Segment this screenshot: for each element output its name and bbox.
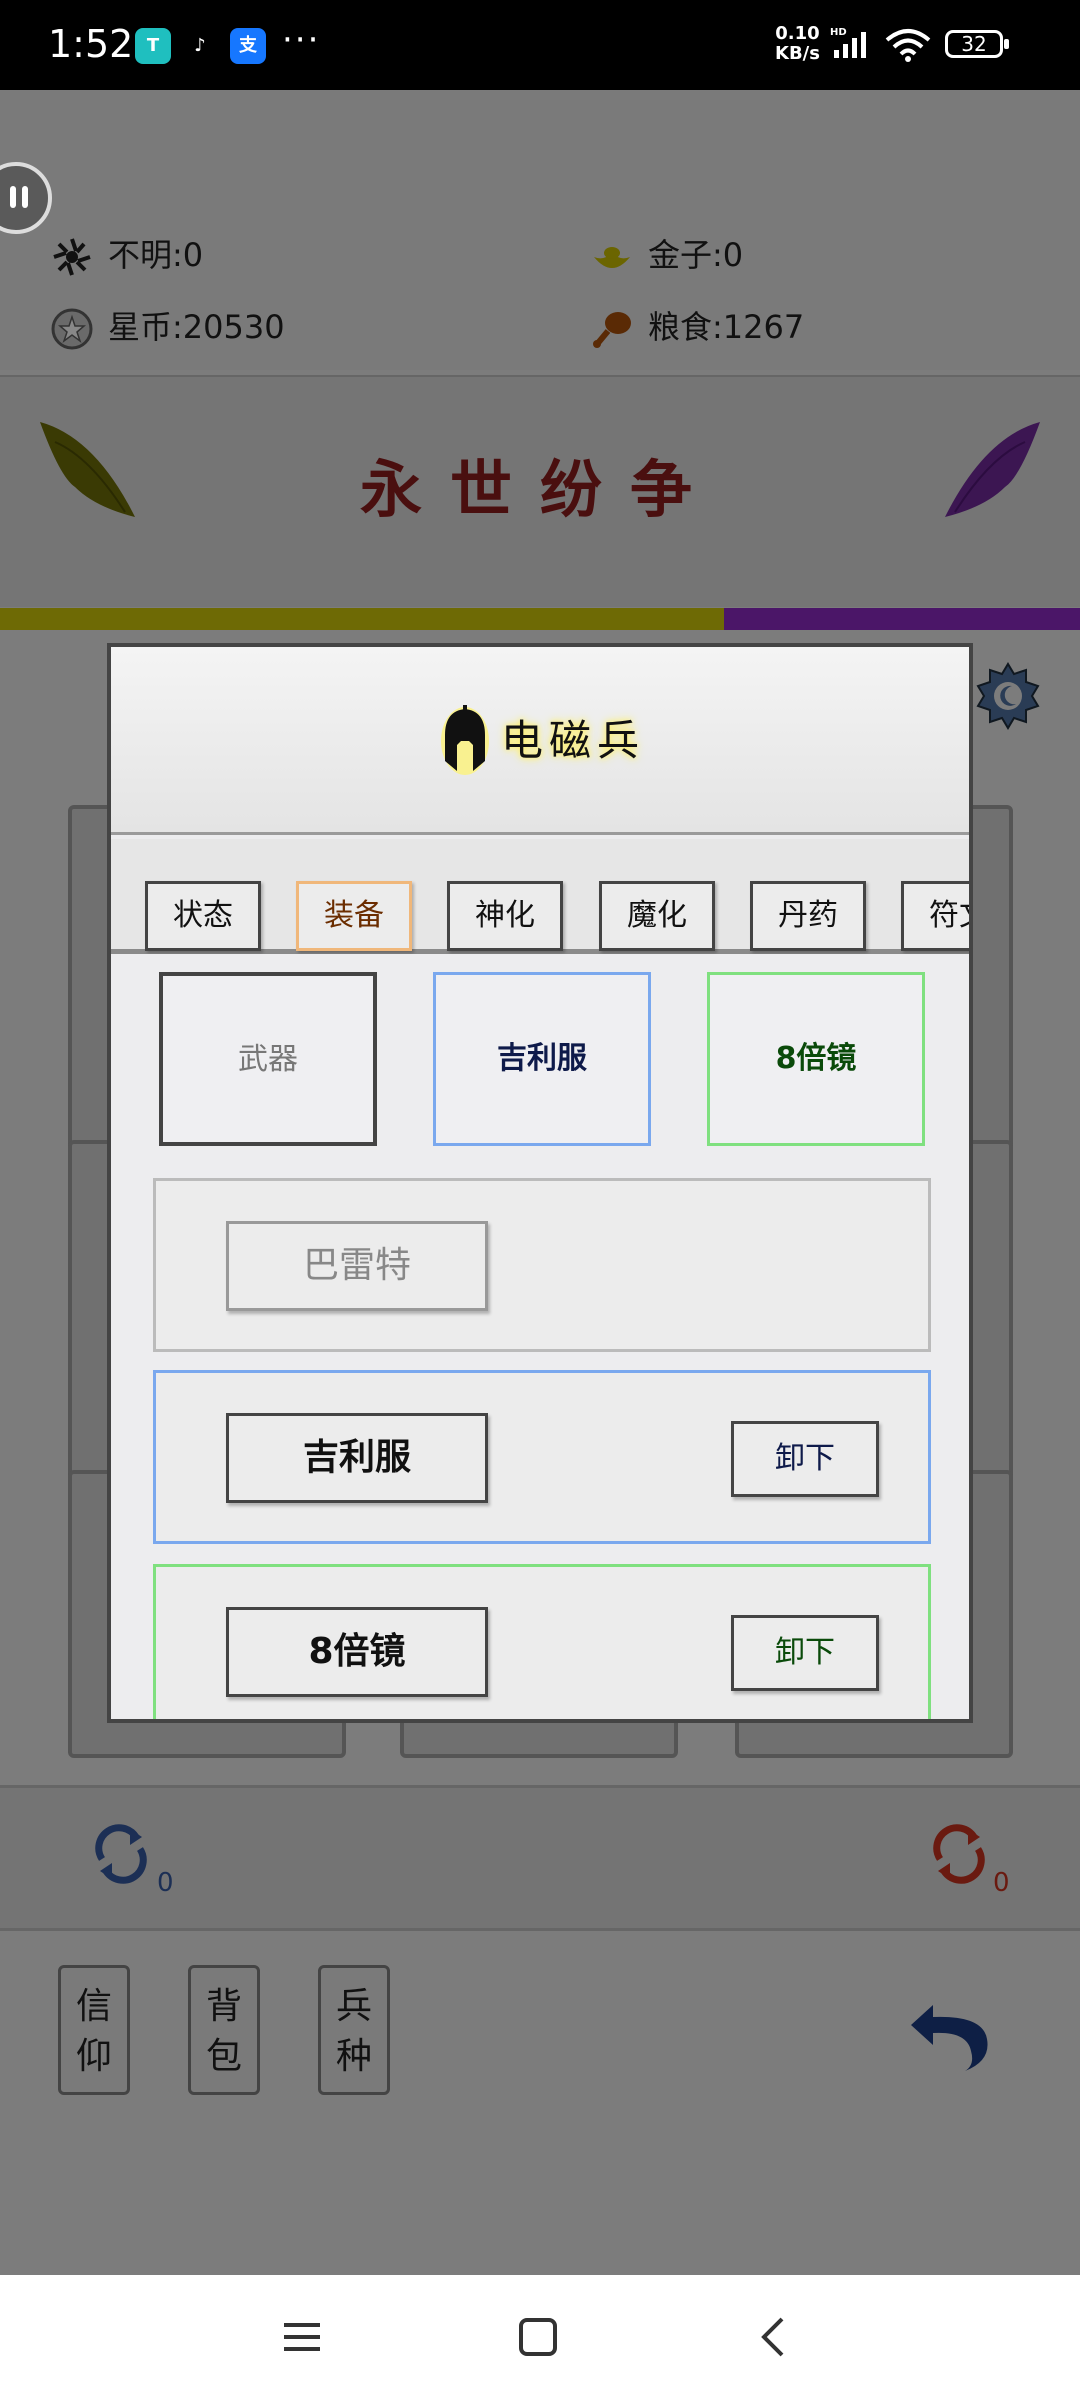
- faith-button-label: 信 仰: [75, 1986, 112, 2077]
- home-icon[interactable]: [516, 2315, 560, 2359]
- alipay-app-icon: 支: [230, 28, 266, 64]
- faith-button[interactable]: 信 仰: [58, 1965, 130, 2095]
- menu-icon[interactable]: [280, 2315, 324, 2359]
- backpack-button[interactable]: 背 包: [188, 1965, 260, 2095]
- equipment-panel: 武器 吉利服 8倍镜 巴雷特 吉利服 卸下 8倍镜 卸下: [111, 954, 969, 1719]
- equipment-row-weapon: 巴雷特: [153, 1178, 931, 1352]
- svg-text:HD: HD: [830, 27, 847, 38]
- title-banner: 永世纷争: [0, 375, 1080, 607]
- equipment-row-scope: 8倍镜 卸下: [153, 1564, 931, 1719]
- weapon-slot[interactable]: 武器: [159, 972, 377, 1146]
- tab-equipment[interactable]: 装备: [296, 881, 412, 951]
- unit-name-title: 电磁兵: [501, 716, 646, 765]
- settings-gear-icon[interactable]: [972, 660, 1044, 732]
- armor-slot[interactable]: 吉利服: [433, 972, 651, 1146]
- tab-status[interactable]: 状态: [145, 881, 261, 951]
- scope-item-button[interactable]: 8倍镜: [226, 1607, 488, 1697]
- wifi-icon: [885, 29, 931, 62]
- faction-progress-bar: [0, 608, 1080, 630]
- resource-starcoin: 星币:20530: [50, 302, 285, 351]
- troops-button[interactable]: 兵 种: [318, 1965, 390, 2095]
- dialog-tab-bar: 状态 装备 神化 魔化 丹药 符文: [111, 839, 969, 954]
- resource-food: 粮食:1267: [590, 302, 804, 351]
- refresh-left-count: 0: [157, 1868, 174, 1898]
- battery-icon: 32: [945, 30, 1009, 58]
- tab-elixir[interactable]: 丹药: [750, 881, 866, 951]
- refresh-left-icon[interactable]: [90, 1823, 152, 1885]
- resource-panel: 不明:0 金子:0 星币:20530 粮食:1267: [0, 90, 1080, 370]
- spartan-helmet-icon: [441, 705, 489, 775]
- equipment-row-armor: 吉利服 卸下: [153, 1370, 931, 1544]
- tab-deify[interactable]: 神化: [447, 881, 563, 951]
- refresh-right-icon[interactable]: [928, 1823, 990, 1885]
- tab-rune[interactable]: 符文: [901, 881, 969, 951]
- resource-gold: 金子:0: [590, 230, 743, 279]
- faction-progress-fill: [0, 608, 724, 630]
- resource-unknown: 不明:0: [50, 230, 203, 279]
- game-title: 永世纷争: [359, 453, 720, 526]
- taptap-app-icon: T: [135, 28, 171, 64]
- swirl-icon: [53, 238, 91, 276]
- status-bar: 1:52 T ♪ 支 ··· 0.10 KB/s HD 32: [0, 0, 1080, 90]
- refresh-panel: 0 0: [0, 1785, 1080, 1931]
- floating-pause-button[interactable]: [0, 162, 52, 234]
- more-notifications-icon: ···: [282, 20, 321, 60]
- back-arrow-icon[interactable]: [905, 1995, 995, 2075]
- back-icon[interactable]: [752, 2315, 796, 2359]
- scope-slot[interactable]: 8倍镜: [707, 972, 925, 1146]
- refresh-right-count: 0: [993, 1868, 1010, 1898]
- dialog-header: 电磁兵: [111, 647, 969, 835]
- meat-leg-icon: [593, 312, 631, 348]
- weapon-item-button[interactable]: 巴雷特: [226, 1221, 488, 1311]
- armor-item-button[interactable]: 吉利服: [226, 1413, 488, 1503]
- star-coin-icon: [51, 308, 93, 350]
- system-navigation-bar: [0, 2275, 1080, 2400]
- status-time: 1:52: [48, 22, 134, 66]
- unequip-armor-button[interactable]: 卸下: [731, 1421, 879, 1497]
- tab-demonize[interactable]: 魔化: [599, 881, 715, 951]
- network-speed: 0.10 KB/s: [775, 23, 820, 64]
- signal-icon: HD: [830, 27, 866, 58]
- unequip-scope-button[interactable]: 卸下: [731, 1615, 879, 1691]
- tiktok-app-icon: ♪: [182, 28, 218, 64]
- troops-button-label: 兵 种: [335, 1986, 372, 2077]
- gold-ingot-icon: [594, 247, 630, 268]
- backpack-button-label: 背 包: [205, 1986, 242, 2077]
- right-wing-icon: [945, 422, 1040, 517]
- unit-detail-dialog: 电磁兵 状态 装备 神化 魔化 丹药 符文 武器 吉利服 8倍镜 巴雷特 吉利服…: [107, 643, 973, 1723]
